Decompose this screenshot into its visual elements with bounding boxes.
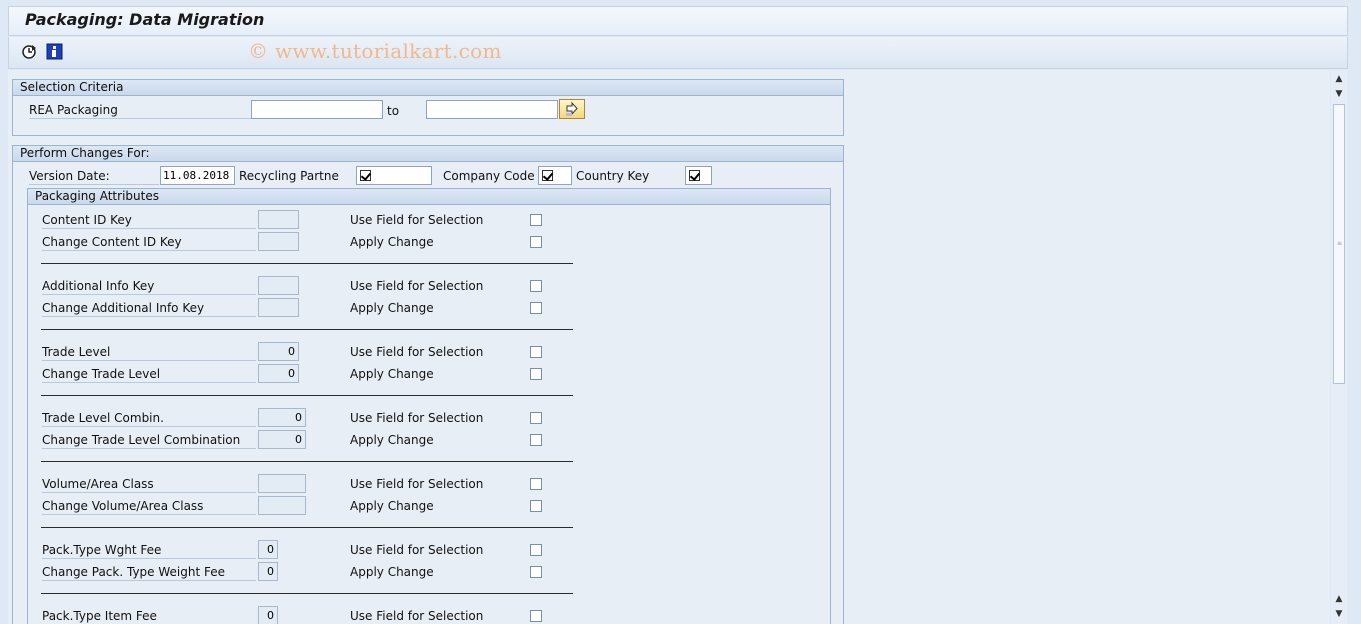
recycling-partner-checkbox[interactable] [356,166,432,185]
separator [41,527,573,528]
trade-level-field[interactable]: 0 [258,342,299,361]
volume-area-class-label: Volume/Area Class [42,476,256,493]
window-title: Packaging: Data Migration [25,10,265,29]
packaging-attributes-group: Packaging Attributes Content ID Key Use … [27,188,831,624]
vertical-scrollbar[interactable]: ▲ ▼ ≡ ▲ ▼ [1331,70,1347,624]
trade-level-combination-field[interactable]: 0 [258,408,306,427]
use-field-checkbox[interactable] [530,346,542,358]
change-content-id-key-field[interactable] [258,232,299,251]
use-field-label: Use Field for Selection [350,609,484,623]
separator [41,395,573,396]
multiple-selection-button[interactable] [559,99,585,119]
content-id-key-field[interactable] [258,210,299,229]
change-trade-level-label: Change Trade Level [42,366,256,383]
version-date-label: Version Date: [29,168,159,185]
use-field-checkbox[interactable] [530,412,542,424]
separator [41,461,573,462]
rea-packaging-from-input[interactable] [251,100,383,119]
apply-change-label: Apply Change [350,235,434,249]
info-icon[interactable] [46,43,63,60]
apply-change-checkbox[interactable] [530,302,542,314]
apply-change-label: Apply Change [350,367,434,381]
use-field-label: Use Field for Selection [350,411,484,425]
packaging-attributes-header: Packaging Attributes [28,189,830,205]
separator [41,329,573,330]
volume-area-class-field[interactable] [258,474,306,493]
checkmark-icon [360,170,371,181]
change-volume-area-class-field[interactable] [258,496,306,515]
perform-changes-group: Perform Changes For: Version Date: Recyc… [12,145,844,624]
checkmark-icon [689,170,700,181]
change-trade-level-combination-field[interactable]: 0 [258,430,306,449]
to-label: to [387,104,400,118]
apply-change-checkbox[interactable] [530,236,542,248]
pack-type-weight-fee-label: Pack.Type Wght Fee [42,542,256,559]
use-field-checkbox[interactable] [530,214,542,226]
scroll-down-icon[interactable]: ▼ [1334,609,1344,619]
additional-info-key-field[interactable] [258,276,299,295]
use-field-label: Use Field for Selection [350,345,484,359]
apply-change-label: Apply Change [350,565,434,579]
recycling-partner-label: Recycling Partne [239,169,339,183]
company-code-label: Company Code [443,169,535,183]
change-trade-level-field[interactable]: 0 [258,364,299,383]
use-field-checkbox[interactable] [530,610,542,622]
trade-level-label: Trade Level [42,344,256,361]
country-key-label: Country Key [576,169,650,183]
use-field-label: Use Field for Selection [350,543,484,557]
main-content: Selection Criteria REA Packaging to Perf… [8,70,1330,624]
content-id-key-label: Content ID Key [42,212,256,229]
apply-change-checkbox[interactable] [530,500,542,512]
pack-type-item-fee-label: Pack.Type Item Fee [42,608,256,624]
change-additional-info-key-field[interactable] [258,298,299,317]
trade-level-combination-label: Trade Level Combin. [42,410,256,427]
scrollbar-thumb[interactable]: ≡ [1333,104,1345,384]
grip-icon: ≡ [1337,240,1343,247]
use-field-label: Use Field for Selection [350,279,484,293]
application-toolbar: © www.tutorialkart.com [8,37,1348,69]
checkmark-icon [542,170,553,181]
pack-type-weight-fee-field[interactable]: 0 [258,540,278,559]
rea-packaging-to-input[interactable] [426,100,558,119]
separator [41,263,573,264]
watermark-text: © www.tutorialkart.com [248,39,502,63]
selection-criteria-header: Selection Criteria [13,80,843,96]
use-field-label: Use Field for Selection [350,477,484,491]
additional-info-key-label: Additional Info Key [42,278,256,295]
title-bar: Packaging: Data Migration [8,6,1348,36]
apply-change-label: Apply Change [350,301,434,315]
perform-changes-header: Perform Changes For: [13,146,843,162]
change-content-id-key-label: Change Content ID Key [42,234,256,251]
use-field-checkbox[interactable] [530,478,542,490]
execute-clock-icon[interactable] [21,43,38,60]
apply-change-label: Apply Change [350,433,434,447]
selection-criteria-group: Selection Criteria REA Packaging to [12,79,844,136]
scroll-page-up-icon[interactable]: ▼ [1334,89,1344,99]
change-trade-level-combination-label: Change Trade Level Combination [42,432,256,449]
apply-change-checkbox[interactable] [530,566,542,578]
apply-change-checkbox[interactable] [530,434,542,446]
use-field-checkbox[interactable] [530,280,542,292]
change-additional-info-key-label: Change Additional Info Key [42,300,256,317]
country-key-checkbox[interactable] [685,166,712,185]
use-field-label: Use Field for Selection [350,213,484,227]
version-date-input[interactable] [160,166,235,185]
company-code-checkbox[interactable] [538,166,572,185]
scroll-up-icon[interactable]: ▲ [1334,74,1344,84]
change-volume-area-class-label: Change Volume/Area Class [42,498,256,515]
apply-change-label: Apply Change [350,499,434,513]
change-pack-type-weight-fee-field[interactable]: 0 [258,562,278,581]
apply-change-checkbox[interactable] [530,368,542,380]
separator [41,593,573,594]
rea-packaging-label: REA Packaging [29,102,254,119]
pack-type-item-fee-field[interactable]: 0 [258,606,278,624]
arrow-right-icon [566,101,578,116]
change-pack-type-weight-fee-label: Change Pack. Type Weight Fee [42,564,256,581]
scroll-page-down-icon[interactable]: ▲ [1334,594,1344,604]
use-field-checkbox[interactable] [530,544,542,556]
